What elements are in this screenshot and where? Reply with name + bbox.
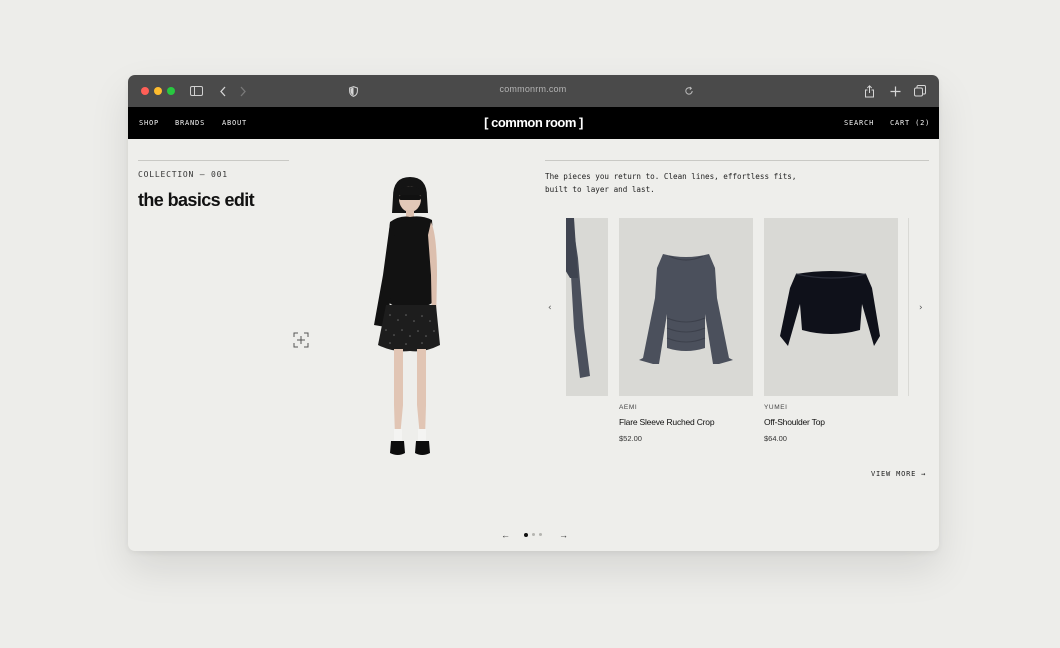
collection-label: COLLECTION — 001 (138, 170, 228, 179)
product-brand: YUMEI (764, 404, 788, 411)
page-dot-active[interactable] (523, 532, 528, 537)
browser-window: commonrm.com SHOP BRANDS ABOUT [ common … (128, 75, 939, 551)
product-image[interactable] (764, 218, 898, 396)
carousel-prev-arrow[interactable]: ‹ (548, 303, 552, 313)
model-photo (360, 175, 460, 475)
product-carousel: ‹ AEMI Flare Sleeve Ruched Crop $52.00 (566, 218, 909, 458)
page-dot[interactable] (539, 533, 542, 536)
product-card[interactable]: AEMI Flare Sleeve Ruched Crop $52.00 (619, 218, 753, 443)
prev-page-arrow[interactable]: ← (501, 530, 510, 540)
expand-view-icon[interactable] (293, 332, 309, 348)
divider-left (138, 160, 289, 161)
share-icon[interactable] (862, 83, 876, 99)
browser-toolbar: commonrm.com (128, 75, 939, 107)
product-card-partial[interactable] (566, 218, 608, 404)
collection-description: The pieces you return to. Clean lines, e… (545, 170, 815, 196)
page-dot[interactable] (532, 533, 535, 536)
product-name[interactable]: Flare Sleeve Ruched Crop (619, 417, 753, 427)
maximize-window-button[interactable] (167, 87, 175, 95)
site-logo[interactable]: [ common room ] (128, 115, 939, 130)
description-line-2: built to layer and last. (545, 185, 655, 194)
product-price: $52.00 (619, 434, 642, 443)
minimize-window-button[interactable] (154, 87, 162, 95)
tab-overview-icon[interactable] (913, 83, 927, 99)
nav-search-link[interactable]: SEARCH (844, 119, 874, 127)
product-card-next-partial[interactable] (908, 218, 909, 396)
product-image[interactable] (619, 218, 753, 396)
reload-icon[interactable] (683, 83, 695, 99)
sidebar-icon[interactable] (189, 83, 203, 99)
privacy-shield-icon[interactable] (347, 83, 359, 99)
product-brand: AEMI (619, 404, 638, 411)
new-tab-icon[interactable] (888, 83, 902, 99)
back-icon[interactable] (217, 83, 229, 99)
nav-cart-link[interactable]: CART (2) (890, 119, 930, 127)
carousel-next-arrow[interactable]: › (919, 303, 923, 313)
product-image[interactable] (908, 218, 909, 396)
address-bar[interactable]: commonrm.com (458, 84, 608, 94)
view-more-link[interactable]: VIEW MORE → (871, 470, 926, 478)
site-header: SHOP BRANDS ABOUT [ common room ] SEARCH… (128, 107, 939, 139)
description-line-1: The pieces you return to. Clean lines, e… (545, 172, 797, 181)
product-price: $64.00 (764, 434, 787, 443)
product-image[interactable] (566, 218, 608, 396)
page-title: the basics edit (138, 190, 255, 210)
product-card[interactable]: YUMEI Off-Shoulder Top $64.00 (764, 218, 898, 443)
product-name[interactable]: Off-Shoulder Top (764, 417, 898, 427)
divider-right (545, 160, 929, 161)
close-window-button[interactable] (141, 87, 149, 95)
forward-icon[interactable] (237, 83, 249, 99)
next-page-arrow[interactable]: → (559, 530, 568, 540)
